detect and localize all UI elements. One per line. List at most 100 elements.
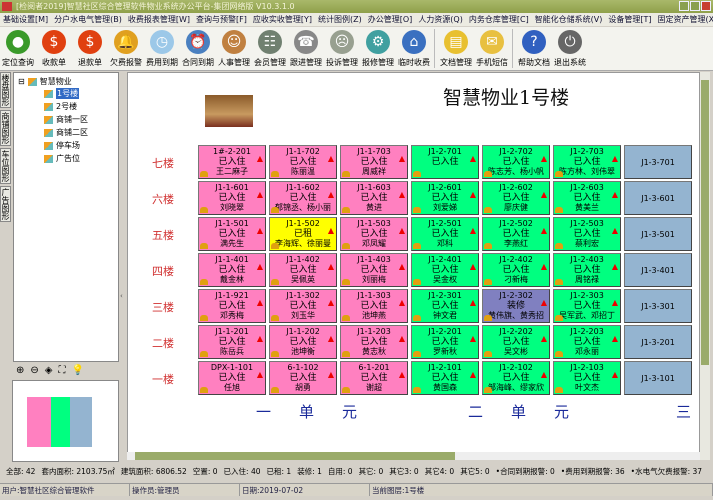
vertical-scrollbar[interactable] bbox=[700, 72, 710, 460]
toolbar-button-15[interactable]: ⏻退出系统 bbox=[552, 27, 588, 70]
room-cell[interactable]: J1-1-402已入住吴佩英▲ bbox=[269, 253, 337, 287]
toolbar-button-7[interactable]: ☷会员管理 bbox=[252, 27, 288, 70]
toolbar-button-2[interactable]: $退款单 bbox=[72, 27, 108, 70]
toolbar-button-9[interactable]: ☹投诉管理 bbox=[324, 27, 360, 70]
room-cell[interactable]: J1-2-101已入住黄国森▲ bbox=[411, 361, 479, 395]
toolbar-button-8[interactable]: ☎跟进管理 bbox=[288, 27, 324, 70]
room-cell[interactable]: DPX-1-101已入住任旭▲ bbox=[198, 361, 266, 395]
tree-item[interactable]: 广告位 bbox=[44, 153, 80, 164]
menu-item[interactable]: 办公管理[O] bbox=[365, 13, 416, 26]
zoom-in-icon[interactable]: ⊕ bbox=[16, 365, 24, 379]
horizontal-scrollbar[interactable] bbox=[127, 452, 700, 460]
room-cell[interactable]: J1-3-701 bbox=[624, 145, 692, 179]
tree-item[interactable]: 2号楼 bbox=[44, 101, 77, 112]
room-cell[interactable]: J1-3-101 bbox=[624, 361, 692, 395]
room-cell[interactable]: J1-2-402已入住刁新梅▲ bbox=[482, 253, 550, 287]
zoom-out-icon[interactable]: ⊖ bbox=[30, 365, 38, 379]
room-cell[interactable]: J1-2-501已入住邓科▲ bbox=[411, 217, 479, 251]
toolbar-button-3[interactable]: 🔔欠费报警 bbox=[108, 27, 144, 70]
room-cell[interactable]: J1-1-202已入住池坤衡▲ bbox=[269, 325, 337, 359]
menu-item[interactable]: 统计图例(Z) bbox=[315, 13, 365, 26]
room-cell[interactable]: J1-1-603已入住黄进▲ bbox=[340, 181, 408, 215]
room-cell[interactable]: J1-2-202已入住吴文彬▲ bbox=[482, 325, 550, 359]
room-cell[interactable]: J1-2-602已入住廖庆健▲ bbox=[482, 181, 550, 215]
vtab-2[interactable]: 车位图形 bbox=[0, 148, 11, 184]
vtab-1[interactable]: 商铺图形 bbox=[0, 110, 11, 146]
room-cell[interactable]: J1-2-701已入住▲ bbox=[411, 145, 479, 179]
room-cell[interactable]: J1-3-501 bbox=[624, 217, 692, 251]
room-cell[interactable]: J1-1-503已入住邓凤耀▲ bbox=[340, 217, 408, 251]
room-cell[interactable]: J1-1-201已入住陈岳兵▲ bbox=[198, 325, 266, 359]
room-cell[interactable]: J1-1-203已入住黄志秋▲ bbox=[340, 325, 408, 359]
room-cell[interactable]: J1-1-501已入住满先生▲ bbox=[198, 217, 266, 251]
menu-item[interactable]: 智能化仓储系统(V) bbox=[532, 13, 606, 26]
room-cell[interactable]: J1-2-702已入住陈志芳、杨小帆▲ bbox=[482, 145, 550, 179]
room-cell[interactable]: J1-2-403已入住周铭禄▲ bbox=[553, 253, 621, 287]
room-cell[interactable]: 6-1-201已入住谢超▲ bbox=[340, 361, 408, 395]
maximize-button[interactable] bbox=[690, 1, 700, 11]
vtab-3[interactable]: 广告图形 bbox=[0, 186, 11, 222]
room-cell[interactable]: J1-2-703已入住陈方林、刘伟翠▲ bbox=[553, 145, 621, 179]
fit-icon[interactable]: ◈ bbox=[45, 365, 53, 379]
fullscreen-icon[interactable]: ⛶ bbox=[58, 365, 65, 379]
toolbar-button-12[interactable]: ▤文档管理 bbox=[438, 27, 474, 70]
room-cell[interactable]: J1-2-203已入住邓永丽▲ bbox=[553, 325, 621, 359]
toolbar-button-0[interactable]: ●定位查询 bbox=[0, 27, 36, 70]
room-cell[interactable]: J1-1-702已入住陈丽温▲ bbox=[269, 145, 337, 179]
room-cell[interactable]: 1#-2-201已入住王二麻子▲ bbox=[198, 145, 266, 179]
minimize-button[interactable] bbox=[679, 1, 689, 11]
toolbar-button-1[interactable]: $收款单 bbox=[36, 27, 72, 70]
toolbar-button-10[interactable]: ⚙报修管理 bbox=[360, 27, 396, 70]
close-button[interactable] bbox=[701, 1, 711, 11]
room-cell[interactable]: J1-1-921已入住邓秀梅▲ bbox=[198, 289, 266, 323]
toolbar-button-5[interactable]: ⏰合同到期 bbox=[180, 27, 216, 70]
menu-item[interactable]: 固定资产管理(X) bbox=[655, 13, 713, 26]
toolbar-button-13[interactable]: ✉手机短信 bbox=[474, 27, 510, 70]
menu-item[interactable]: 内务仓库管理[C] bbox=[466, 13, 532, 26]
toolbar-button-11[interactable]: ⌂临时收费 bbox=[396, 27, 432, 70]
toolbar-button-4[interactable]: ◷费用到期 bbox=[144, 27, 180, 70]
room-cell[interactable]: J1-2-303已入住吴军武、邓招丁▲ bbox=[553, 289, 621, 323]
room-cell[interactable]: J1-2-103已入住叶文杰▲ bbox=[553, 361, 621, 395]
minimap[interactable] bbox=[12, 380, 119, 462]
room-cell[interactable]: J1-1-403已入住刘丽梅▲ bbox=[340, 253, 408, 287]
expand-toggle-icon[interactable]: ⊟ bbox=[18, 77, 25, 86]
room-cell[interactable]: J1-2-401已入住吴金权▲ bbox=[411, 253, 479, 287]
menu-item[interactable]: 查询与预警[F] bbox=[193, 13, 250, 26]
tree-item[interactable]: 停车场 bbox=[44, 140, 80, 151]
tree-item[interactable]: 商铺一区 bbox=[44, 114, 88, 125]
room-cell[interactable]: J1-1-303已入住池坤燕▲ bbox=[340, 289, 408, 323]
toolbar-button-6[interactable]: ☺人事管理 bbox=[216, 27, 252, 70]
menu-item[interactable]: 基础设置[M] bbox=[0, 13, 51, 26]
room-cell[interactable]: J1-2-302装修黄伟旗、黄秀招▲ bbox=[482, 289, 550, 323]
menu-item[interactable]: 设备管理[T] bbox=[605, 13, 654, 26]
menu-item[interactable]: 分户水电气管理(B) bbox=[51, 13, 125, 26]
tree-item[interactable]: 商铺二区 bbox=[44, 127, 88, 138]
room-cell[interactable]: J1-2-301已入住钟文君▲ bbox=[411, 289, 479, 323]
room-cell[interactable]: J1-1-302已入住刘玉华▲ bbox=[269, 289, 337, 323]
room-cell[interactable]: 6-1-102已入住胡勇▲ bbox=[269, 361, 337, 395]
vtab-0[interactable]: 楼盘图形 bbox=[0, 72, 11, 108]
menu-item[interactable]: 应收实收管理[Y] bbox=[250, 13, 315, 26]
tree-root[interactable]: ⊟智慧物业 bbox=[18, 76, 72, 87]
room-cell[interactable]: J1-1-502已租李海辉、徐丽曼▲ bbox=[269, 217, 337, 251]
room-cell[interactable]: J1-2-603已入住黄美兰▲ bbox=[553, 181, 621, 215]
room-cell[interactable]: J1-2-502已入住李燕红▲ bbox=[482, 217, 550, 251]
tree-item[interactable]: 1号楼 bbox=[44, 88, 79, 99]
room-cell[interactable]: J1-3-601 bbox=[624, 181, 692, 215]
menu-item[interactable]: 人力资源(Q) bbox=[415, 13, 466, 26]
room-cell[interactable]: J1-1-602已入住郁锦丞、杨小丽▲ bbox=[269, 181, 337, 215]
room-cell[interactable]: J1-1-601已入住刘晓翠▲ bbox=[198, 181, 266, 215]
room-cell[interactable]: J1-2-503已入住蔡利宏▲ bbox=[553, 217, 621, 251]
room-cell[interactable]: J1-3-301 bbox=[624, 289, 692, 323]
room-cell[interactable]: J1-1-401已入住戴金林▲ bbox=[198, 253, 266, 287]
lightbulb-icon[interactable]: 💡 bbox=[71, 365, 83, 379]
menu-item[interactable]: 收费报表管理[W] bbox=[125, 13, 193, 26]
collapse-panel-button[interactable]: ‹ bbox=[120, 72, 126, 462]
room-cell[interactable]: J1-1-703已入住周威祥▲ bbox=[340, 145, 408, 179]
room-cell[interactable]: J1-3-401 bbox=[624, 253, 692, 287]
room-cell[interactable]: J1-2-102已入住邹海峰、缪家欣▲ bbox=[482, 361, 550, 395]
toolbar-button-14[interactable]: ?帮助文档 bbox=[516, 27, 552, 70]
room-cell[interactable]: J1-3-201 bbox=[624, 325, 692, 359]
room-cell[interactable]: J1-2-601已入住刘爱娣▲ bbox=[411, 181, 479, 215]
